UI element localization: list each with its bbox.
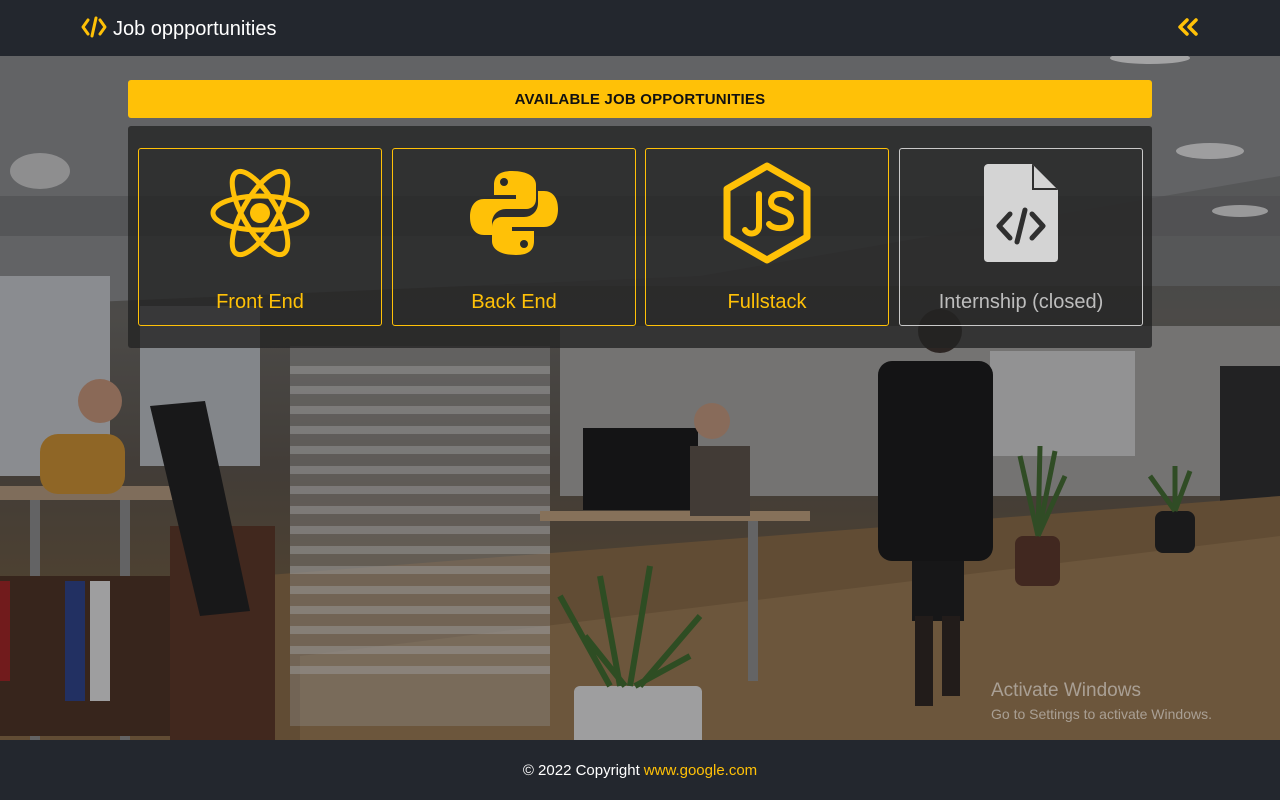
watermark-title: Activate Windows [991, 680, 1141, 701]
windows-activation-watermark: Activate Windows Go to Settings to activ… [991, 680, 1212, 722]
brand-link[interactable]: Job oppportunities [81, 16, 276, 42]
top-navbar: Job oppportunities [0, 0, 1280, 56]
job-card-fullstack[interactable]: Fullstack [645, 148, 889, 326]
app-title: Job oppportunities [113, 17, 277, 40]
job-card-internship[interactable]: Internship (closed) [899, 148, 1143, 326]
job-card-label: Internship (closed) [938, 291, 1104, 313]
page-footer: © 2022 Copyright www.google.com [0, 740, 1280, 800]
code-icon [81, 16, 107, 43]
nodejs-icon [721, 157, 813, 269]
job-card-label: Back End [471, 291, 557, 313]
footer-copyright: © 2022 Copyright [522, 761, 640, 779]
hero-section: AVAILABLE JOB OPPORTUNITIES Front End Ba… [0, 56, 1280, 740]
collapse-button[interactable] [1174, 16, 1202, 42]
python-icon [468, 157, 560, 269]
double-chevron-left-icon [1176, 17, 1200, 42]
footer-link[interactable]: www.google.com [644, 762, 757, 779]
react-icon [208, 157, 312, 269]
job-cards-panel: Front End Back End Fullstack Internship … [128, 126, 1152, 348]
watermark-subtitle: Go to Settings to activate Windows. [991, 706, 1212, 722]
section-heading: AVAILABLE JOB OPPORTUNITIES [514, 90, 766, 108]
job-card-label: Fullstack [727, 291, 807, 313]
section-heading-bar: AVAILABLE JOB OPPORTUNITIES [128, 80, 1152, 118]
job-card-label: Front End [216, 291, 304, 313]
job-card-front-end[interactable]: Front End [138, 148, 382, 326]
code-file-icon [982, 157, 1060, 269]
job-card-back-end[interactable]: Back End [392, 148, 636, 326]
